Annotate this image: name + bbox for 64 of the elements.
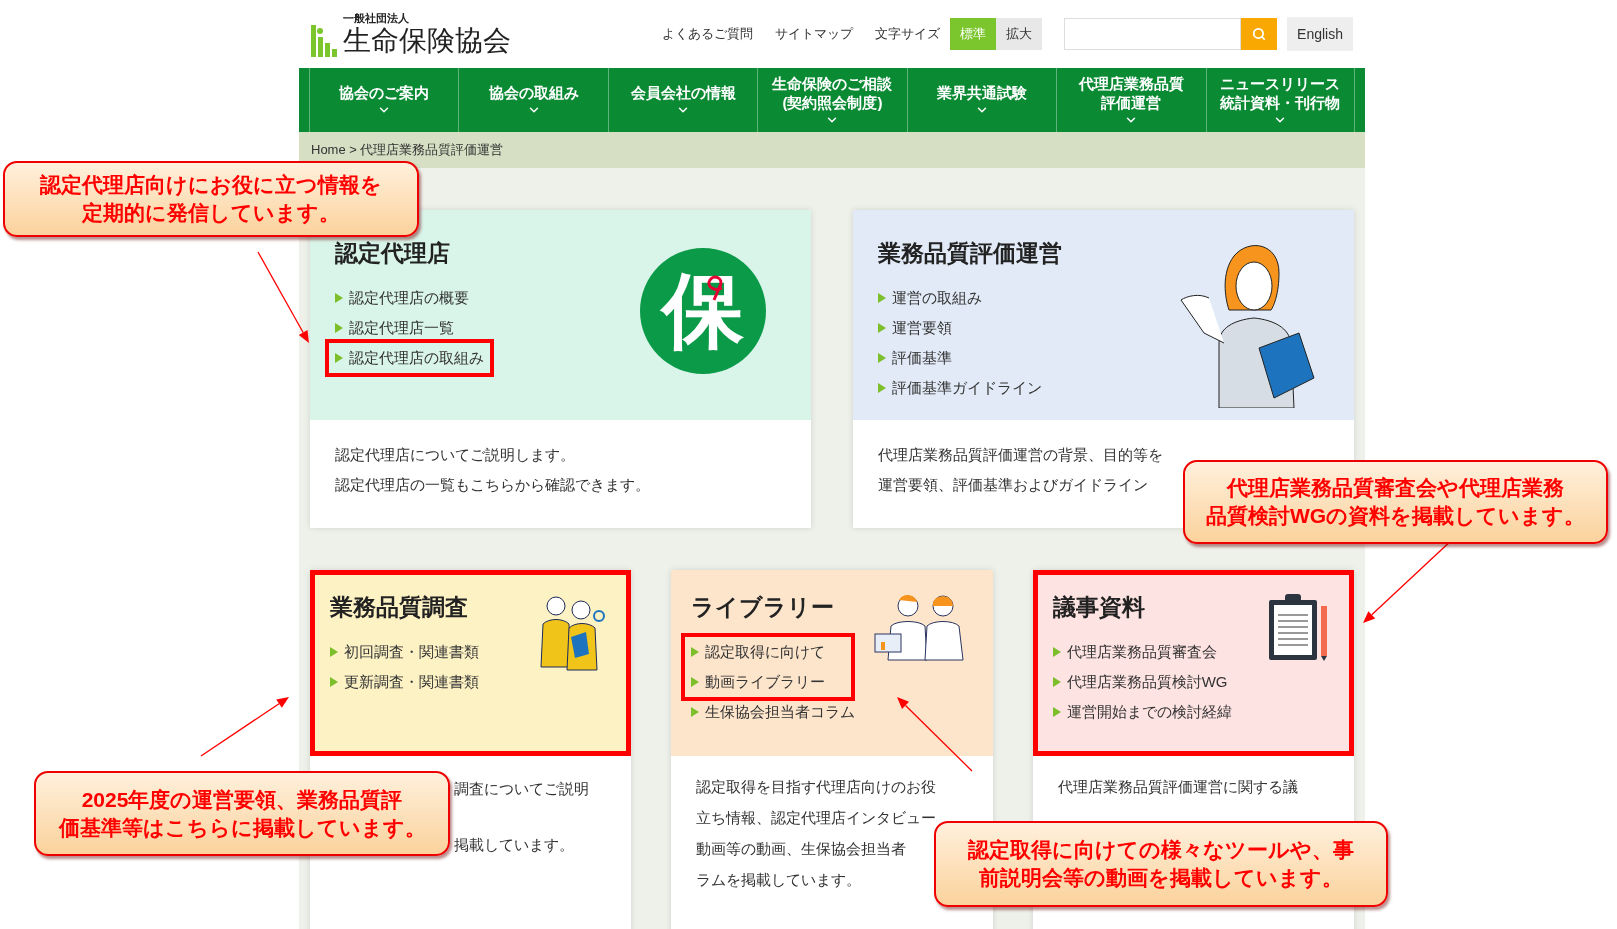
card-link[interactable]: 運営要領: [878, 313, 1062, 343]
card-link[interactable]: 初回調査・関連書類: [330, 637, 479, 667]
bullet-icon: [878, 323, 886, 333]
clipboard-icon: [1267, 592, 1329, 662]
card-link[interactable]: 評価基準ガイドライン: [878, 373, 1062, 403]
callout: 認定代理店向けにお役に立つ情報を 定期的に発信しています。: [3, 161, 419, 237]
header-link[interactable]: よくあるご質問: [662, 25, 754, 43]
bullet-icon: [330, 677, 338, 687]
callout: 2025年度の運営要領、業務品質評 価基準等はこちらに掲載しています。: [34, 771, 450, 856]
bullet-icon: [878, 293, 886, 303]
font-size-button[interactable]: 拡大: [996, 18, 1043, 50]
card-link[interactable]: 動画ライブラリー: [691, 667, 846, 697]
card-link[interactable]: 更新調査・関連書類: [330, 667, 479, 697]
bullet-icon: [335, 323, 343, 333]
language-button[interactable]: English: [1287, 17, 1353, 51]
font-size-label: 文字サイズ: [875, 25, 941, 43]
logo-icon: [311, 22, 337, 57]
card-title: 議事資料: [1052, 593, 1146, 622]
header-link[interactable]: サイトマップ: [775, 25, 854, 43]
card-description: 立ち情報、認定代理店インタビュー: [696, 808, 937, 828]
logo-name: 生命保険協会: [343, 26, 511, 57]
card-description: 調査についてご説明: [454, 779, 589, 799]
callout: 代理店業務品質審査会や代理店業務 品質検討WGの資料を掲載しています。: [1183, 460, 1608, 544]
bullet-icon: [691, 647, 700, 657]
card-link[interactable]: 生保協会担当者コラム: [691, 697, 856, 727]
card-title: 業務品質評価運営: [878, 239, 1062, 268]
breadcrumb: Home > 代理店業務品質評価運営: [311, 141, 504, 159]
card-description: ラムを掲載しています。: [696, 870, 862, 890]
card-title: 認定代理店: [335, 239, 451, 268]
search-field[interactable]: [1064, 18, 1242, 50]
card-description: 掲載しています。: [454, 835, 574, 855]
bullet-icon: [1052, 707, 1061, 717]
bullet-icon: [878, 353, 886, 363]
card-description: 認定代理店の一覧もこちらから確認できます。: [335, 475, 650, 495]
card-link[interactable]: 評価基準: [878, 343, 1062, 373]
bullet-icon: [1052, 677, 1061, 687]
search-button[interactable]: [1241, 18, 1278, 50]
card-description: 運営要領、評価基準およびガイドライン: [878, 475, 1148, 495]
logo-subtitle: 一般社団法人: [343, 11, 410, 27]
card-link[interactable]: 認定取得に向けて: [691, 637, 846, 667]
bullet-icon: [691, 677, 700, 687]
card-description: 認定取得を目指す代理店向けのお役: [696, 777, 937, 797]
card-description: 動画等の動画、生保協会担当者: [696, 839, 907, 859]
card-description: 代理店業務品質評価運営に関する議: [1057, 777, 1298, 797]
bullet-icon: [1052, 647, 1061, 657]
card-description: 認定代理店についてご説明します。: [335, 445, 575, 465]
emblem-logo: 保: [640, 248, 766, 374]
card-title: 業務品質調査: [330, 593, 469, 622]
card-link[interactable]: 代理店業務品質検討WG: [1052, 667, 1232, 697]
card-link[interactable]: 認定代理店一覧: [335, 313, 494, 343]
card-title: ライブラリー: [691, 593, 836, 622]
bullet-icon: [691, 707, 700, 717]
card-link[interactable]: 認定代理店の概要: [335, 283, 494, 313]
callout: 認定取得に向けての様々なツールや、事 前説明会等の動画を掲載しています。: [934, 821, 1388, 907]
card-link[interactable]: 運営の取組み: [878, 283, 1062, 313]
card-link[interactable]: 認定代理店の取組み: [335, 343, 484, 373]
search-icon: [1252, 27, 1267, 41]
bullet-icon: [335, 293, 343, 303]
card-link[interactable]: 代理店業務品質審査会: [1052, 637, 1232, 667]
bullet-icon: [878, 383, 886, 393]
card-link[interactable]: 運営開始までの検討経緯: [1052, 697, 1232, 727]
bullet-icon: [335, 353, 343, 363]
card-description: 代理店業務品質評価運営の背景、目的等を: [878, 445, 1163, 465]
bullet-icon: [330, 647, 338, 657]
